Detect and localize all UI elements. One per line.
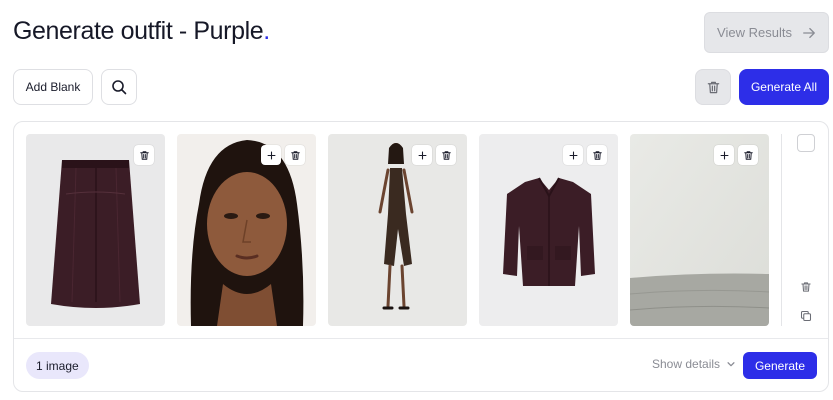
page-title-dot: . [263, 17, 270, 45]
page-title: Generate outfit - Purple. [13, 17, 270, 46]
plus-icon [418, 151, 426, 159]
trash-icon [707, 81, 719, 93]
outfit-card: 1 image Show details Generate [13, 121, 829, 392]
trash-icon [139, 150, 149, 160]
image-tile-model-full-body[interactable] [328, 134, 467, 326]
generate-button[interactable]: Generate [743, 352, 817, 379]
trash-icon [592, 150, 602, 160]
tile-add-button[interactable] [563, 145, 583, 165]
tile-actions [563, 145, 607, 165]
tile-add-button[interactable] [261, 145, 281, 165]
tile-delete-button[interactable] [285, 145, 305, 165]
image-count-badge: 1 image [26, 352, 89, 379]
page-title-text: Generate outfit - Purple [13, 17, 264, 45]
arrow-right-icon [803, 27, 815, 38]
trash-icon [801, 282, 811, 292]
plus-icon [720, 151, 728, 159]
chevron-down-icon [727, 362, 735, 367]
add-blank-button[interactable]: Add Blank [13, 69, 93, 105]
plus-icon [267, 151, 275, 159]
generate-all-label: Generate All [750, 80, 818, 94]
select-checkbox[interactable] [797, 134, 815, 152]
image-count-label: 1 image [36, 358, 79, 373]
add-blank-label: Add Blank [25, 80, 81, 94]
tile-delete-button[interactable] [738, 145, 758, 165]
delete-all-button[interactable] [695, 69, 731, 105]
generate-all-button[interactable]: Generate All [739, 69, 829, 105]
tile-add-button[interactable] [412, 145, 432, 165]
row-delete-button[interactable] [797, 278, 815, 296]
tile-delete-button[interactable] [436, 145, 456, 165]
generate-label: Generate [754, 358, 806, 373]
tile-actions [412, 145, 456, 165]
search-button[interactable] [101, 69, 137, 105]
show-details-label: Show details [652, 357, 721, 371]
row-duplicate-button[interactable] [797, 307, 815, 325]
tile-actions [134, 145, 154, 165]
view-results-label: View Results [717, 25, 792, 40]
card-divider [14, 338, 828, 339]
image-tile-leather-jacket[interactable] [479, 134, 618, 326]
tile-delete-button[interactable] [587, 145, 607, 165]
copy-icon [800, 310, 812, 322]
image-tile-background-scene[interactable] [630, 134, 769, 326]
trash-icon [441, 150, 451, 160]
tile-add-button[interactable] [714, 145, 734, 165]
image-tile-leather-skirt[interactable] [26, 134, 165, 326]
image-tile-model-portrait[interactable] [177, 134, 316, 326]
tile-actions [261, 145, 305, 165]
vertical-divider [781, 134, 782, 326]
search-icon [112, 80, 127, 95]
tile-delete-button[interactable] [134, 145, 154, 165]
view-results-button[interactable]: View Results [704, 12, 829, 53]
trash-icon [290, 150, 300, 160]
tile-actions [714, 145, 758, 165]
trash-icon [743, 150, 753, 160]
show-details-toggle[interactable]: Show details [652, 357, 736, 371]
plus-icon [569, 151, 577, 159]
